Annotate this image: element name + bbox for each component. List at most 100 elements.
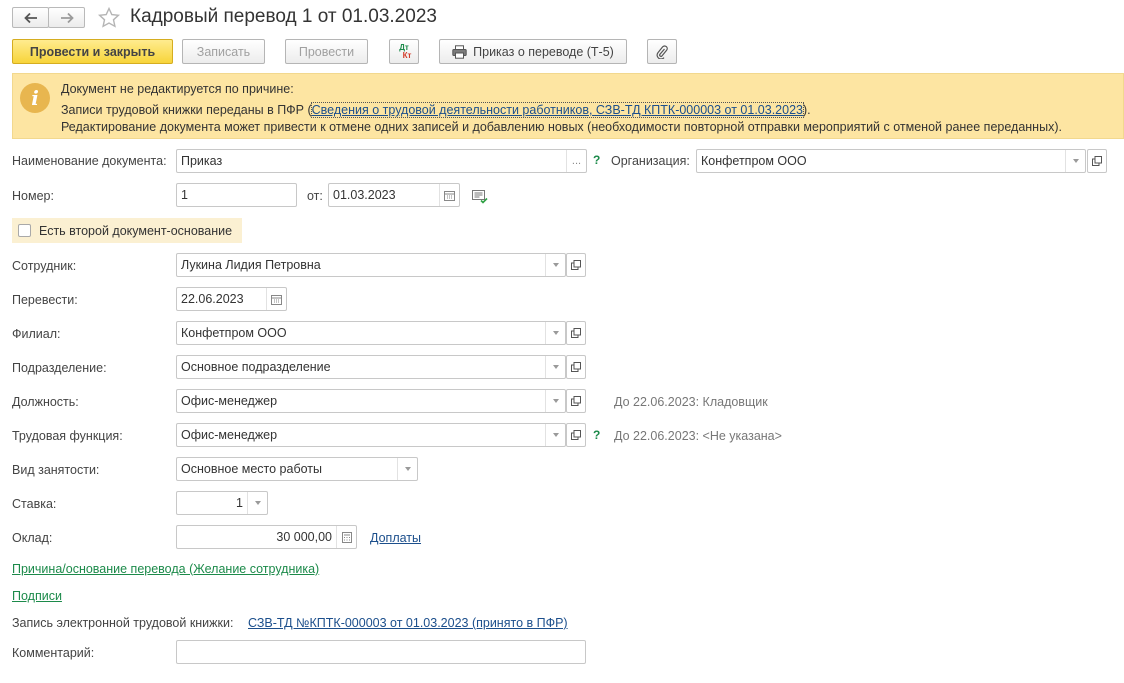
rate-label: Ставка: <box>12 497 57 511</box>
doc-name-help-icon[interactable]: ? <box>593 153 600 167</box>
etk-record-label: Запись электронной трудовой книжки: <box>12 616 234 630</box>
info-icon: i <box>20 83 50 113</box>
signatures-link[interactable]: Подписи <box>12 589 62 603</box>
info-line-1: Записи трудовой книжки переданы в ПФР (С… <box>61 102 811 118</box>
forward-button[interactable] <box>48 7 85 28</box>
org-label: Организация: <box>611 154 690 168</box>
second-document-label: Есть второй документ-основание <box>39 223 233 238</box>
post-button[interactable]: Провести <box>285 39 368 64</box>
transfer-date-value: 22.06.2023 <box>181 292 244 306</box>
position-dropdown-icon[interactable] <box>545 390 565 412</box>
org-value: Конфетпром ООО <box>701 154 807 168</box>
document-title: Кадровый перевод 1 от 01.03.2023 <box>130 6 437 27</box>
printer-icon <box>452 44 467 59</box>
arrow-right-icon <box>60 12 74 23</box>
org-open-button[interactable] <box>1087 149 1107 173</box>
info-heading: Документ не редактируется по причине: <box>61 82 294 96</box>
calendar-icon[interactable] <box>266 288 286 310</box>
comment-field[interactable] <box>176 640 586 664</box>
number-edit-icon[interactable] <box>472 190 488 204</box>
open-window-icon <box>571 396 581 406</box>
transfer-date-field[interactable]: 22.06.2023 <box>176 287 287 311</box>
dt-kt-icon-bottom: Кт <box>402 50 412 60</box>
date-value: 01.03.2023 <box>333 188 396 202</box>
labor-function-dropdown-icon[interactable] <box>545 424 565 446</box>
save-button[interactable]: Записать <box>182 39 265 64</box>
date-field[interactable]: 01.03.2023 <box>328 183 460 207</box>
doc-name-value: Приказ <box>181 154 223 168</box>
second-document-checkbox[interactable] <box>18 224 31 237</box>
second-document-checkbox-row[interactable]: Есть второй документ-основание <box>12 218 242 243</box>
post-and-close-button[interactable]: Провести и закрыть <box>12 39 173 64</box>
attach-button[interactable] <box>647 39 677 64</box>
info-line-2: Редактирование документа может привести … <box>61 120 1062 134</box>
info-line-1-suffix: ). <box>802 103 811 117</box>
open-window-icon <box>571 430 581 440</box>
pfr-report-link[interactable]: Сведения о трудовой деятельности работни… <box>310 102 804 118</box>
department-field[interactable]: Основное подразделение <box>176 355 566 379</box>
doc-name-field[interactable]: Приказ ... <box>176 149 587 173</box>
department-dropdown-icon[interactable] <box>545 356 565 378</box>
position-label: Должность: <box>12 395 79 409</box>
labor-function-open-button[interactable] <box>566 423 586 447</box>
labor-function-field[interactable]: Офис-менеджер <box>176 423 566 447</box>
open-window-icon <box>1092 156 1102 166</box>
number-label: Номер: <box>12 189 54 203</box>
department-label: Подразделение: <box>12 361 107 375</box>
rate-dropdown-icon[interactable] <box>247 492 267 514</box>
back-button[interactable] <box>12 7 49 28</box>
labor-function-value: Офис-менеджер <box>181 428 278 442</box>
position-value: Офис-менеджер <box>181 394 278 408</box>
employee-dropdown-icon[interactable] <box>545 254 565 276</box>
rate-field[interactable]: 1 <box>176 491 268 515</box>
favorite-star-icon[interactable] <box>97 6 121 30</box>
department-value: Основное подразделение <box>181 360 331 374</box>
salary-value: 30 000,00 <box>276 530 332 544</box>
surcharges-link[interactable]: Доплаты <box>370 531 421 545</box>
branch-value: Конфетпром ООО <box>181 326 287 340</box>
branch-open-button[interactable] <box>566 321 586 345</box>
labor-function-help-icon[interactable]: ? <box>593 428 600 442</box>
paperclip-icon <box>656 44 668 59</box>
open-window-icon <box>571 362 581 372</box>
department-open-button[interactable] <box>566 355 586 379</box>
doc-name-select-button[interactable]: ... <box>566 150 586 172</box>
info-line-1-prefix: Записи трудовой книжки переданы в ПФР ( <box>61 103 312 117</box>
branch-field[interactable]: Конфетпром ООО <box>176 321 566 345</box>
not-editable-info-panel: i Документ не редактируется по причине: … <box>12 73 1124 139</box>
employment-type-field[interactable]: Основное место работы <box>176 457 418 481</box>
employment-type-dropdown-icon[interactable] <box>397 458 417 480</box>
employee-open-button[interactable] <box>566 253 586 277</box>
labor-function-previous-hint: До 22.06.2023: <Не указана> <box>614 429 782 443</box>
dt-kt-button[interactable]: Дт Кт <box>389 39 419 64</box>
from-label: от: <box>307 189 323 203</box>
employment-type-value: Основное место работы <box>181 462 323 476</box>
labor-function-label: Трудовая функция: <box>12 429 123 443</box>
calculator-icon[interactable] <box>336 526 356 548</box>
print-transfer-order-label: Приказ о переводе (Т-5) <box>473 44 614 59</box>
open-window-icon <box>571 260 581 270</box>
employee-field[interactable]: Лукина Лидия Петровна <box>176 253 566 277</box>
branch-label: Филиал: <box>12 327 61 341</box>
org-dropdown-icon[interactable] <box>1065 150 1085 172</box>
arrow-left-icon <box>23 12 37 23</box>
branch-dropdown-icon[interactable] <box>545 322 565 344</box>
position-open-button[interactable] <box>566 389 586 413</box>
employee-label: Сотрудник: <box>12 259 77 273</box>
org-field[interactable]: Конфетпром ООО <box>696 149 1086 173</box>
employment-type-label: Вид занятости: <box>12 463 100 477</box>
salary-label: Оклад: <box>12 531 53 545</box>
print-transfer-order-button[interactable]: Приказ о переводе (Т-5) <box>439 39 627 64</box>
transfer-label: Перевести: <box>12 293 78 307</box>
number-value: 1 <box>181 188 188 202</box>
etk-record-link[interactable]: СЗВ-ТД №КПТК-000003 от 01.03.2023 (приня… <box>248 616 568 630</box>
employee-value: Лукина Лидия Петровна <box>181 258 321 272</box>
rate-value: 1 <box>236 496 243 510</box>
calendar-icon[interactable] <box>439 184 459 206</box>
number-field[interactable]: 1 <box>176 183 297 207</box>
salary-field[interactable]: 30 000,00 <box>176 525 357 549</box>
position-previous-hint: До 22.06.2023: Кладовщик <box>614 395 768 409</box>
doc-name-label: Наименование документа: <box>12 154 167 168</box>
transfer-reason-link[interactable]: Причина/основание перевода (Желание сотр… <box>12 562 319 576</box>
position-field[interactable]: Офис-менеджер <box>176 389 566 413</box>
